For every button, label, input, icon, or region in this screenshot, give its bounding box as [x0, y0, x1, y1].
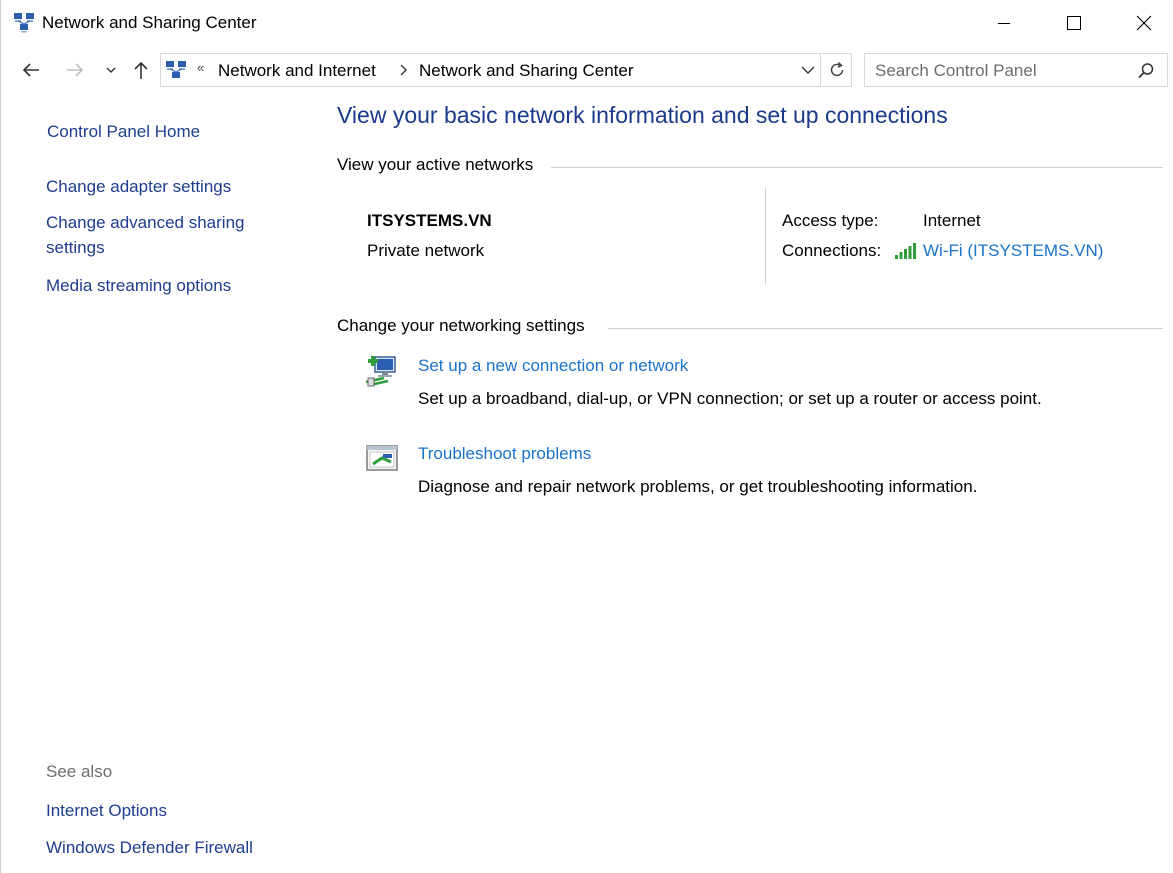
- troubleshoot-icon: [366, 445, 398, 471]
- back-button[interactable]: [15, 52, 47, 88]
- network-sharing-center-window: Network and Sharing Center « Network and…: [0, 0, 1173, 873]
- search-placeholder: Search Control Panel: [875, 61, 1037, 80]
- maximize-icon: [1067, 16, 1081, 30]
- see-also-heading: See also: [46, 762, 113, 781]
- change-settings-heading: Change your networking settings: [337, 316, 585, 335]
- network-center-icon: [166, 61, 186, 78]
- setup-connection-link[interactable]: Set up a new connection or network: [418, 356, 688, 376]
- new-connection-icon: [365, 356, 396, 387]
- access-type-value: Internet: [923, 211, 981, 230]
- close-icon: [1136, 15, 1152, 31]
- search-icon[interactable]: [1137, 62, 1155, 80]
- search-input[interactable]: Search Control Panel: [864, 53, 1168, 87]
- setup-connection-description: Set up a broadband, dial-up, or VPN conn…: [418, 389, 1042, 408]
- chevron-down-icon: [106, 67, 116, 73]
- network-type: Private network: [367, 241, 485, 260]
- sidebar: Control Panel Home Change adapter settin…: [1, 100, 301, 873]
- sidebar-item-defender-firewall[interactable]: Windows Defender Firewall: [46, 835, 253, 860]
- page-title: View your basic network information and …: [337, 102, 948, 128]
- chevron-down-icon[interactable]: [799, 60, 817, 80]
- forward-button[interactable]: [59, 52, 91, 88]
- arrow-left-icon: [22, 63, 39, 77]
- minimize-icon: [998, 23, 1010, 24]
- title-bar: Network and Sharing Center: [1, 0, 1173, 46]
- refresh-icon: [830, 61, 843, 77]
- sidebar-item-adapter-settings[interactable]: Change adapter settings: [46, 174, 231, 199]
- network-center-icon: [14, 13, 34, 33]
- access-type-label: Access type:: [782, 211, 879, 230]
- wifi-signal-icon: [895, 243, 916, 259]
- chevron-right-icon[interactable]: [397, 63, 409, 77]
- troubleshoot-description: Diagnose and repair network problems, or…: [418, 477, 978, 496]
- breadcrumb-network-and-sharing-center[interactable]: Network and Sharing Center: [419, 61, 634, 81]
- close-button[interactable]: [1109, 0, 1173, 46]
- sidebar-item-media-streaming[interactable]: Media streaming options: [46, 273, 231, 298]
- active-networks-heading: View your active networks: [337, 155, 534, 174]
- maximize-button[interactable]: [1039, 0, 1109, 46]
- sidebar-item-advanced-sharing[interactable]: Change advanced sharing settings: [46, 210, 276, 260]
- troubleshoot-link[interactable]: Troubleshoot problems: [418, 444, 591, 464]
- arrow-right-icon: [67, 63, 84, 77]
- up-button[interactable]: [127, 52, 155, 88]
- navigation-bar: « Network and Internet Network and Shari…: [1, 52, 1173, 88]
- section-divider: [608, 328, 1163, 329]
- breadcrumb-network-and-internet[interactable]: Network and Internet: [218, 61, 376, 81]
- minimize-button[interactable]: [969, 0, 1039, 46]
- sidebar-item-control-panel-home[interactable]: Control Panel Home: [47, 119, 200, 144]
- address-bar[interactable]: « Network and Internet Network and Shari…: [160, 53, 821, 87]
- network-info-divider: [765, 188, 766, 284]
- connections-label: Connections:: [782, 241, 882, 260]
- wifi-connection-link[interactable]: Wi-Fi (ITSYSTEMS.VN): [923, 241, 1103, 261]
- window-title: Network and Sharing Center: [42, 13, 257, 32]
- arrow-up-icon: [134, 61, 148, 79]
- recent-locations-button[interactable]: [101, 52, 121, 88]
- breadcrumb-overflow[interactable]: «: [197, 60, 204, 75]
- network-name: ITSYSTEMS.VN: [367, 211, 492, 230]
- refresh-button[interactable]: [822, 53, 852, 87]
- sidebar-item-internet-options[interactable]: Internet Options: [46, 798, 167, 823]
- section-divider: [551, 167, 1163, 168]
